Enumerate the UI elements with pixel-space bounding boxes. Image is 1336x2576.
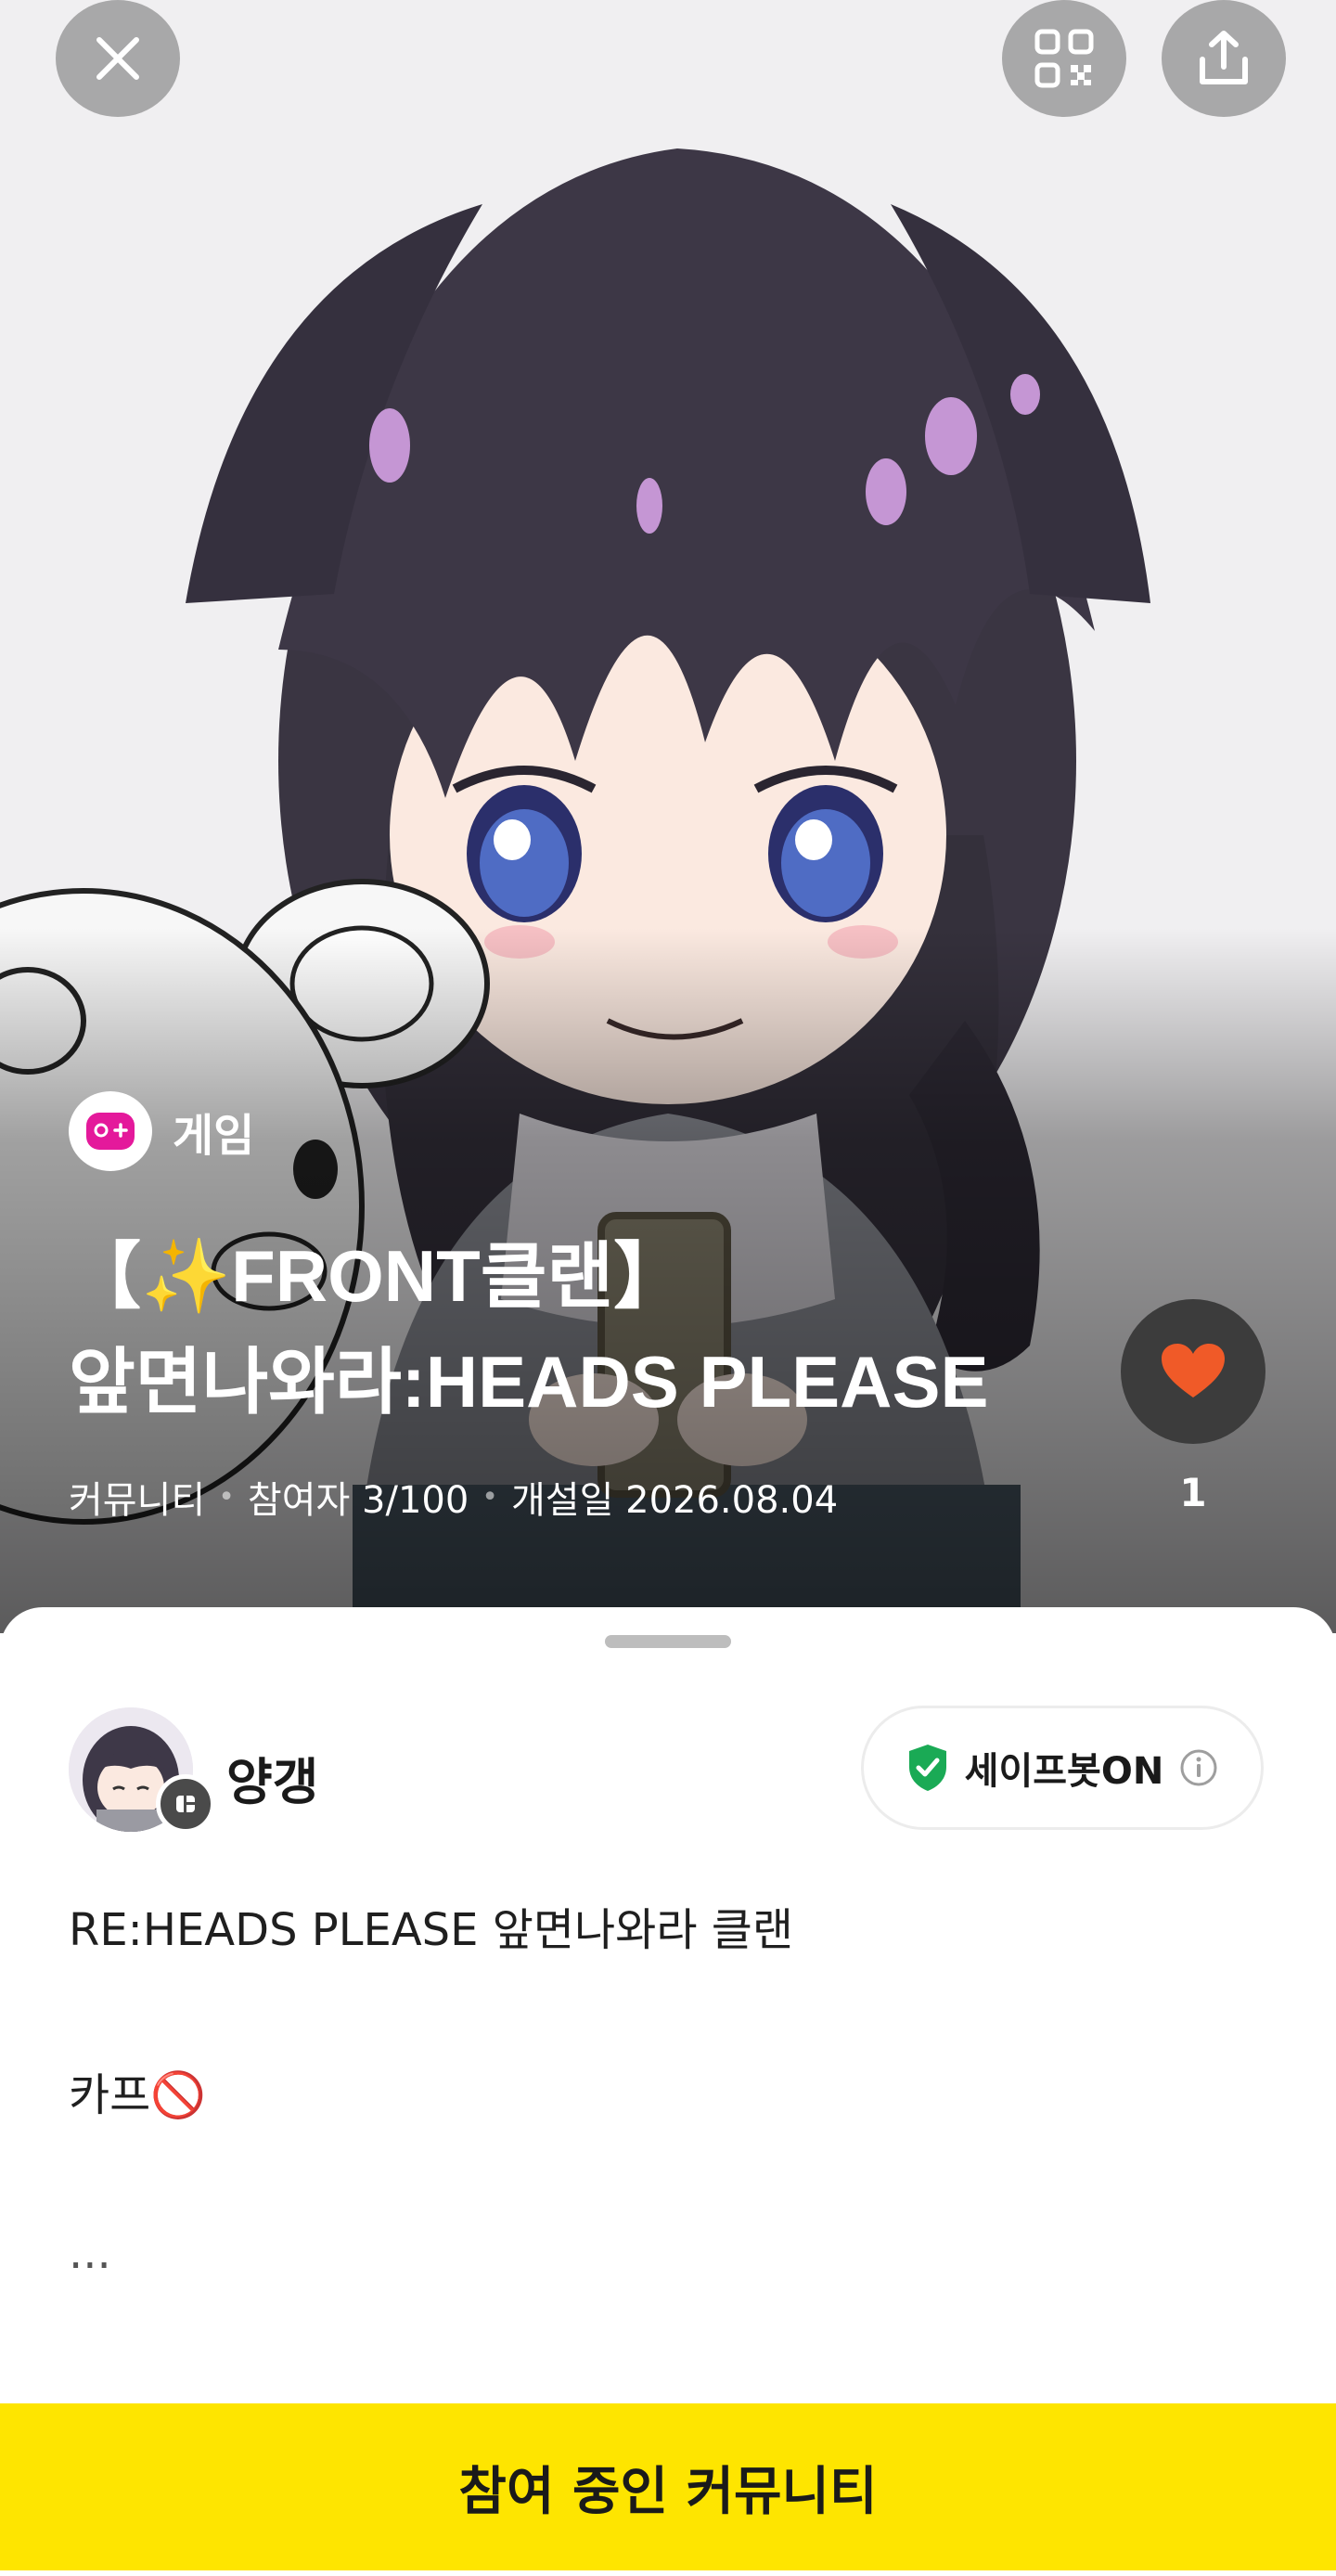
safebot-label: 세이프봇ON xyxy=(964,1750,1164,1793)
description-line-1: RE:HEADS PLEASE 앞면나와라 클랜 xyxy=(69,1904,794,1956)
qr-code-icon xyxy=(1034,29,1094,88)
meta-separator: • xyxy=(218,1480,235,1513)
owner-badge xyxy=(156,1774,215,1834)
meta-separator: • xyxy=(482,1480,498,1513)
category-badge xyxy=(69,1091,152,1171)
joined-community-label: 참여 중인 커뮤니티 xyxy=(458,2461,878,2522)
like-count: 1 xyxy=(1179,1470,1207,1515)
sheet-drag-handle[interactable] xyxy=(605,1635,731,1648)
description-line-2: 카프🚫 xyxy=(69,2069,207,2121)
category-chip: 게임 xyxy=(69,1091,254,1171)
description-more[interactable]: ... xyxy=(69,2227,111,2279)
qr-code-button[interactable] xyxy=(1002,0,1126,117)
meta-type: 커뮤니티 xyxy=(69,1479,206,1522)
like-button[interactable] xyxy=(1121,1299,1265,1444)
shield-check-icon xyxy=(908,1745,946,1791)
title-line-2: 앞면나와라:HEADS PLEASE xyxy=(69,1341,989,1423)
close-icon xyxy=(96,37,139,80)
heart-icon xyxy=(1162,1344,1225,1397)
community-meta: 커뮤니티 • 참여자 3/100 • 개설일 2026.08.04 xyxy=(69,1470,838,1524)
title-line-1: 【✨FRONT클랜】 xyxy=(69,1235,687,1317)
owner-name: 양갱 xyxy=(226,1753,319,1811)
category-label: 게임 xyxy=(173,1110,255,1162)
info-icon[interactable] xyxy=(1178,1747,1219,1788)
owner-crown-icon xyxy=(176,1796,195,1812)
share-icon xyxy=(1200,31,1248,84)
meta-opened-date: 개설일 2026.08.04 xyxy=(511,1479,839,1522)
meta-participants: 참여자 3/100 xyxy=(247,1479,469,1522)
close-button[interactable] xyxy=(56,0,180,117)
share-button[interactable] xyxy=(1162,0,1286,117)
joined-community-button[interactable]: 참여 중인 커뮤니티 xyxy=(0,2403,1336,2570)
game-controller-icon xyxy=(86,1113,135,1150)
community-title: 【✨FRONT클랜】 앞면나와라:HEADS PLEASE xyxy=(69,1223,1089,1435)
safebot-status-chip[interactable]: 세이프봇ON xyxy=(861,1706,1264,1830)
